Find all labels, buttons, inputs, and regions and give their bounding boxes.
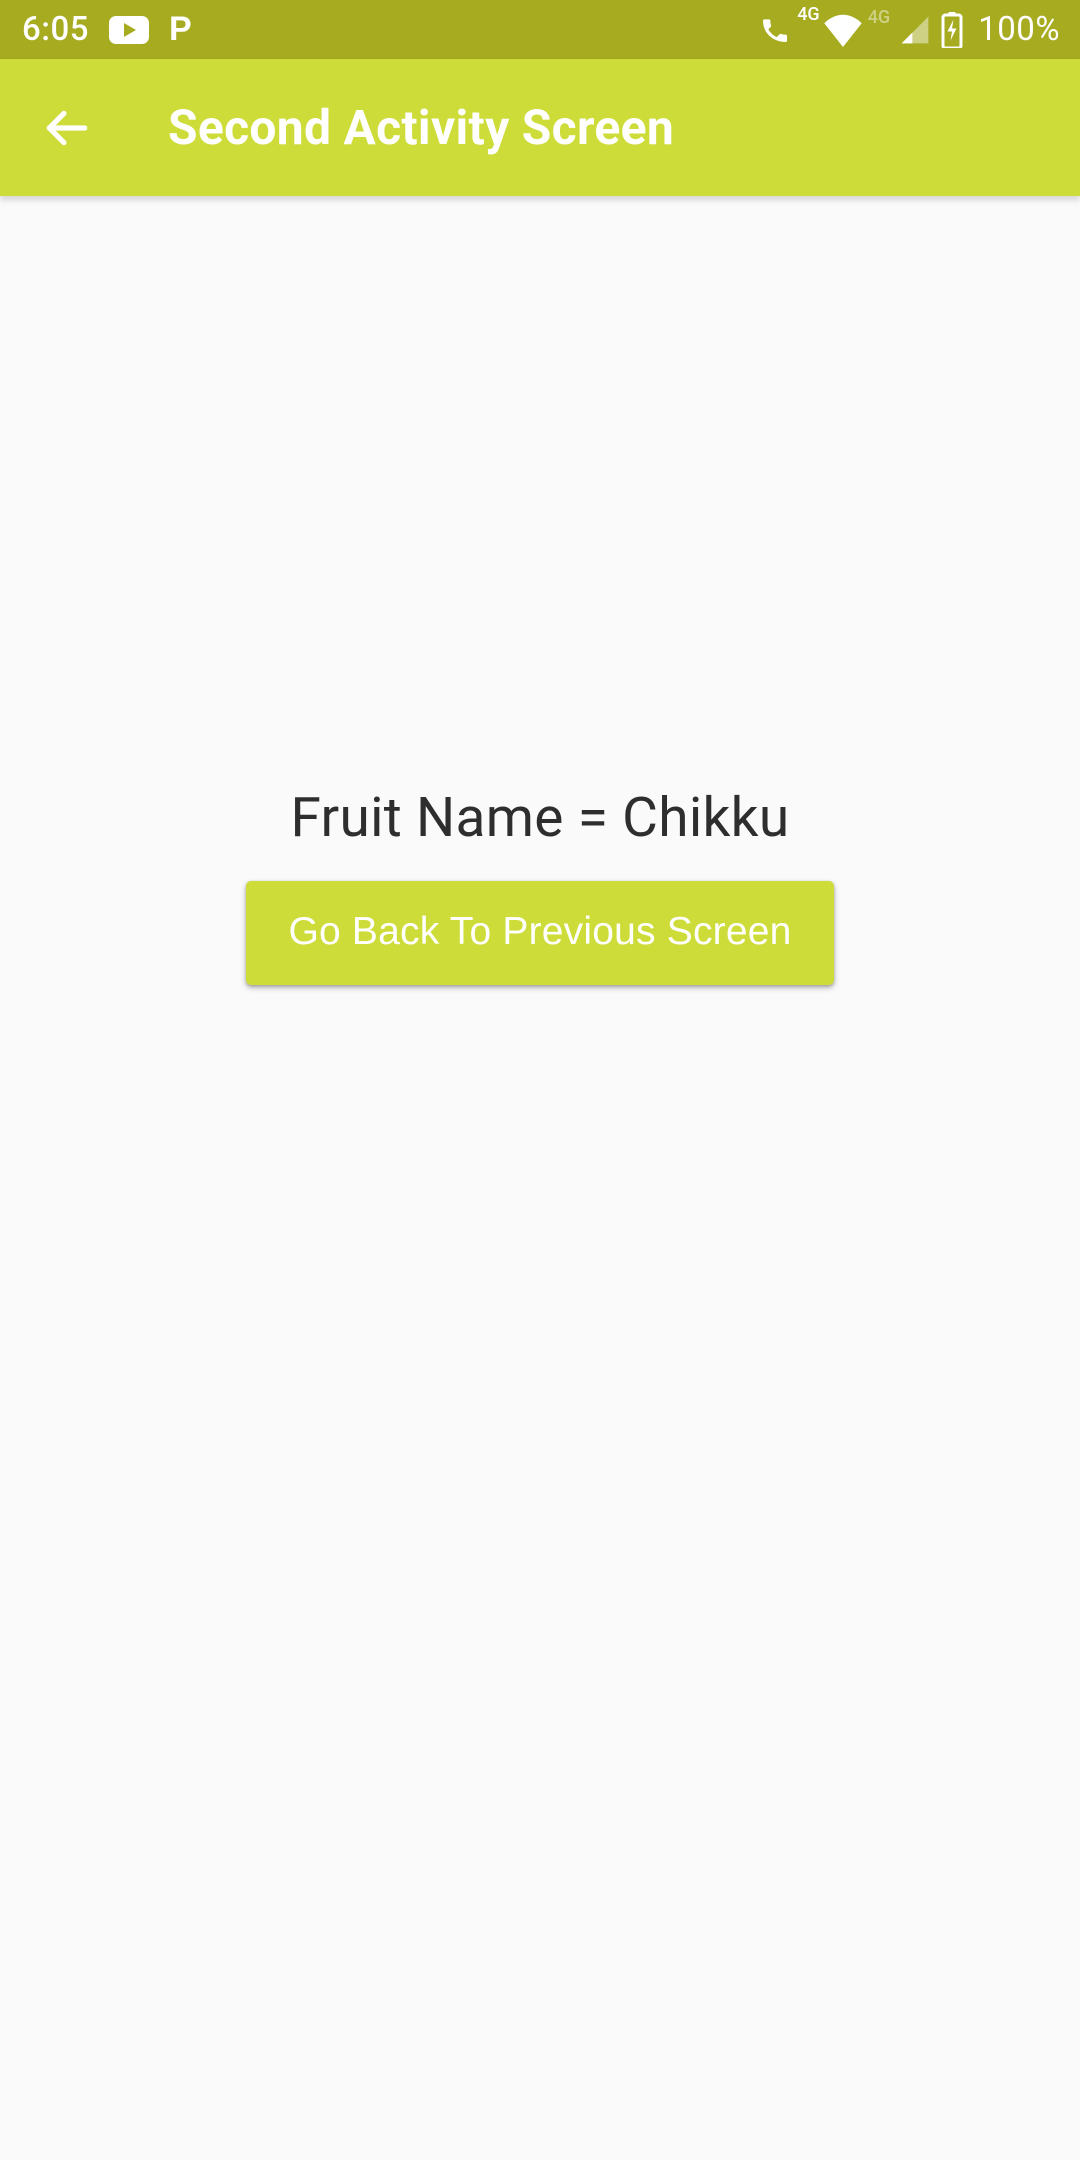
battery-charging-icon: [940, 12, 964, 48]
go-back-button[interactable]: Go Back To Previous Screen: [246, 881, 833, 985]
back-button[interactable]: [36, 98, 96, 158]
status-time: 6:05: [22, 10, 89, 49]
4g-label-2: 4G: [868, 7, 891, 28]
app-bar: Second Activity Screen: [0, 59, 1080, 196]
signal-icon: [898, 14, 932, 46]
status-bar: 6:05 P 4G 4G: [0, 0, 1080, 59]
battery-percentage: 100%: [978, 10, 1060, 49]
wifi-icon: [822, 13, 864, 47]
4g-label-1: 4G: [797, 4, 820, 25]
pandora-icon: P: [169, 10, 192, 49]
phone-4g-icon: 4G: [759, 14, 814, 46]
main-content: Fruit Name = Chikku Go Back To Previous …: [0, 196, 1080, 2160]
page-title: Second Activity Screen: [168, 99, 674, 156]
status-left: 6:05 P: [22, 10, 192, 49]
status-right: 4G 4G 100%: [759, 10, 1060, 49]
arrow-left-icon: [41, 103, 91, 153]
fruit-name-label: Fruit Name = Chikku: [291, 786, 790, 850]
youtube-icon: [109, 16, 149, 44]
